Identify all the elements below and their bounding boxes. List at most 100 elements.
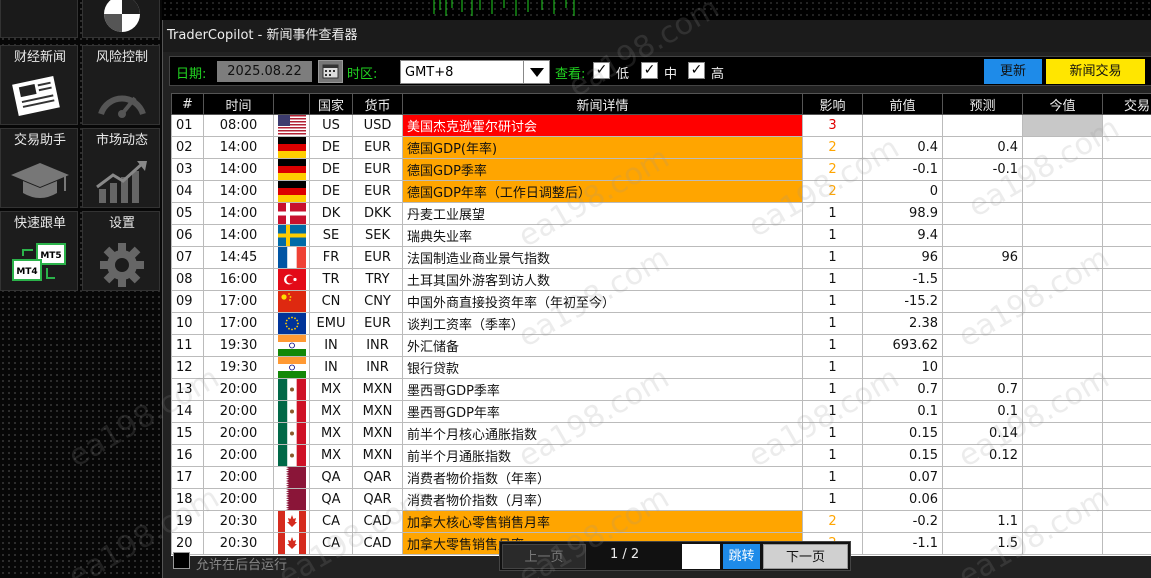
table-row[interactable]: 1017:00 EMUEUR谈判工资率（季率）12.38 + <box>171 312 1151 335</box>
trade-add-button[interactable]: + <box>1102 378 1151 401</box>
table-row[interactable]: 1420:00MXMXN墨西哥GDP年率10.10.1+ <box>171 400 1151 423</box>
sidebar-item-news[interactable]: 财经新闻 <box>0 45 78 125</box>
flag-qa-icon <box>277 489 306 510</box>
refresh-button[interactable]: 更新 <box>984 59 1042 84</box>
table-row[interactable]: 1119:30 ININR外汇储备1693.62 + <box>171 334 1151 357</box>
impact-level: 1 <box>802 378 863 401</box>
news-trade-button[interactable]: 新闻交易 <box>1046 59 1145 84</box>
trade-add-button[interactable]: + <box>1102 356 1151 379</box>
table-row[interactable]: 01 08:00 US USD 美国杰克逊霍尔研讨会 3 <box>171 114 1151 137</box>
table-row[interactable]: 1720:00 QAQAR消费者物价指数（年率）10.07 + <box>171 466 1151 489</box>
next-page-button[interactable]: 下一页 <box>763 544 848 569</box>
table-row[interactable]: 0714:45FREUR法国制造业商业景气指数19696+ <box>171 246 1151 269</box>
table-row[interactable]: 0314:00DEEUR德国GDP季率2-0.1-0.1+ <box>171 158 1151 181</box>
table-row[interactable]: 0614:00 SESEK瑞典失业率19.4 + <box>171 224 1151 247</box>
filter-mid-checkbox[interactable]: ✓ <box>641 62 658 79</box>
filter-high-checkbox[interactable]: ✓ <box>688 62 705 79</box>
impact-level: 1 <box>802 488 863 511</box>
currency-code: INR <box>352 356 403 379</box>
sidebar-item-label: 市场动态 <box>95 133 148 148</box>
event-time: 19:30 <box>203 356 274 379</box>
trade-add-button[interactable] <box>1102 114 1151 137</box>
country-code: CN <box>309 290 353 313</box>
sidebar-item-copy-trade[interactable]: 快速跟单 MT5 MT4 <box>0 211 78 291</box>
previous-value: 0.1 <box>862 400 943 423</box>
currency-code: EUR <box>352 246 403 269</box>
table-row[interactable]: 0917:00 CNCNY中国外商直接投资年率（年初至今）1-15.2 + <box>171 290 1151 313</box>
forecast-value: 0.7 <box>942 378 1023 401</box>
trade-add-button[interactable]: + <box>1102 510 1151 533</box>
trade-add-button[interactable]: + <box>1102 202 1151 225</box>
country-flag <box>273 422 310 445</box>
view-label: 查看: <box>555 67 586 82</box>
currency-code: EUR <box>352 312 403 335</box>
flag-fr-icon <box>277 247 306 268</box>
trade-add-button[interactable]: + <box>1102 400 1151 423</box>
sidebar-top-tile-right[interactable] <box>82 0 160 38</box>
actual-value <box>1022 158 1103 181</box>
filter-mid-label: 中 <box>664 67 678 82</box>
trade-add-button[interactable]: + <box>1102 334 1151 357</box>
trade-add-button[interactable]: + <box>1102 268 1151 291</box>
trade-add-button[interactable]: + <box>1102 136 1151 159</box>
trade-add-button[interactable]: + <box>1102 224 1151 247</box>
news-table-container: # 时间 国家 货币 新闻详情 影响 前值 预测 今值 交易 01 08:00 US USD 美国杰克逊霍… <box>171 93 1151 556</box>
actual-value <box>1022 202 1103 225</box>
previous-value: 0.15 <box>862 444 943 467</box>
forecast-value: 0.14 <box>942 422 1023 445</box>
timezone-value: GMT+8 <box>405 65 454 80</box>
trade-add-button[interactable]: + <box>1102 422 1151 445</box>
page-jump-input[interactable] <box>682 544 720 569</box>
sidebar-item-assistant[interactable]: 交易助手 <box>0 128 78 208</box>
timezone-select[interactable]: GMT+8 <box>400 60 550 84</box>
table-row[interactable]: 0816:00 TRTRY土耳其国外游客到访人数1-1.5 + <box>171 268 1151 291</box>
sidebar-top-tile-left[interactable] <box>0 0 78 38</box>
trade-add-button[interactable]: + <box>1102 290 1151 313</box>
sidebar-item-market[interactable]: 市场动态 <box>82 128 160 208</box>
trade-add-button[interactable]: + <box>1102 488 1151 511</box>
table-row[interactable]: 1520:00 MXMXN前半个月核心通胀指数10.150.14 + <box>171 422 1151 445</box>
country-flag <box>273 400 310 423</box>
flag-de-icon <box>277 181 306 202</box>
sidebar: 财经新闻 风险控制 交易助手 市场动态 快速跟单 MT5 MT4 设置 <box>0 0 162 578</box>
event-time: 20:00 <box>203 400 274 423</box>
trade-add-button[interactable]: + <box>1102 180 1151 203</box>
table-row[interactable]: 0214:00DEEUR德国GDP(年率)20.40.4+ <box>171 136 1151 159</box>
trade-add-button[interactable]: + <box>1102 158 1151 181</box>
prev-page-button[interactable]: 上一页 <box>502 544 586 569</box>
table-row[interactable]: 1620:00 MXMXN前半个月通胀指数10.150.12 + <box>171 444 1151 467</box>
date-field[interactable]: 2025.08.22 <box>217 61 312 82</box>
country-code: DK <box>309 202 353 225</box>
country-flag <box>273 202 310 225</box>
background-run-checkbox[interactable] <box>173 552 190 569</box>
trade-add-button[interactable]: + <box>1102 246 1151 269</box>
table-row[interactable]: 1320:00MXMXN墨西哥GDP季率10.70.7+ <box>171 378 1151 401</box>
actual-value <box>1022 400 1103 423</box>
trade-add-button[interactable]: + <box>1102 444 1151 467</box>
event-name: 加拿大核心零售销售月率 <box>402 510 803 533</box>
event-time: 14:00 <box>203 224 274 247</box>
timezone-dropdown-button[interactable] <box>523 61 549 83</box>
trade-add-button[interactable]: + <box>1102 312 1151 335</box>
table-row[interactable]: 0514:00 DKDKK丹麦工业展望198.9 + <box>171 202 1151 225</box>
table-row[interactable]: 0414:00 DEEUR德国GDP年率（工作日调整后）20 + <box>171 180 1151 203</box>
table-row[interactable]: 1219:30 ININR银行贷款110 + <box>171 356 1151 379</box>
trade-add-button[interactable]: + <box>1102 532 1151 555</box>
filter-low-checkbox[interactable]: ✓ <box>593 62 610 79</box>
country-code: CA <box>309 532 353 555</box>
trade-add-button[interactable]: + <box>1102 466 1151 489</box>
table-row[interactable]: 1820:00 QAQAR消费者物价指数（月率）10.06 + <box>171 488 1151 511</box>
sidebar-item-risk[interactable]: 风险控制 <box>82 45 160 125</box>
country-code: DE <box>309 180 353 203</box>
event-time: 20:30 <box>203 510 274 533</box>
table-row[interactable]: 1920:30 CACAD加拿大核心零售销售月率2-0.21.1 + <box>171 510 1151 533</box>
flag-de-icon <box>277 137 306 158</box>
forecast-value: 0.4 <box>942 136 1023 159</box>
event-name: 外汇储备 <box>402 334 803 357</box>
event-time: 14:00 <box>203 180 274 203</box>
calendar-button[interactable] <box>318 60 343 83</box>
sidebar-item-settings[interactable]: 设置 <box>82 211 160 291</box>
jump-button[interactable]: 跳转 <box>723 544 760 569</box>
actual-value <box>1022 246 1103 269</box>
column-header: 时间 <box>203 93 274 115</box>
